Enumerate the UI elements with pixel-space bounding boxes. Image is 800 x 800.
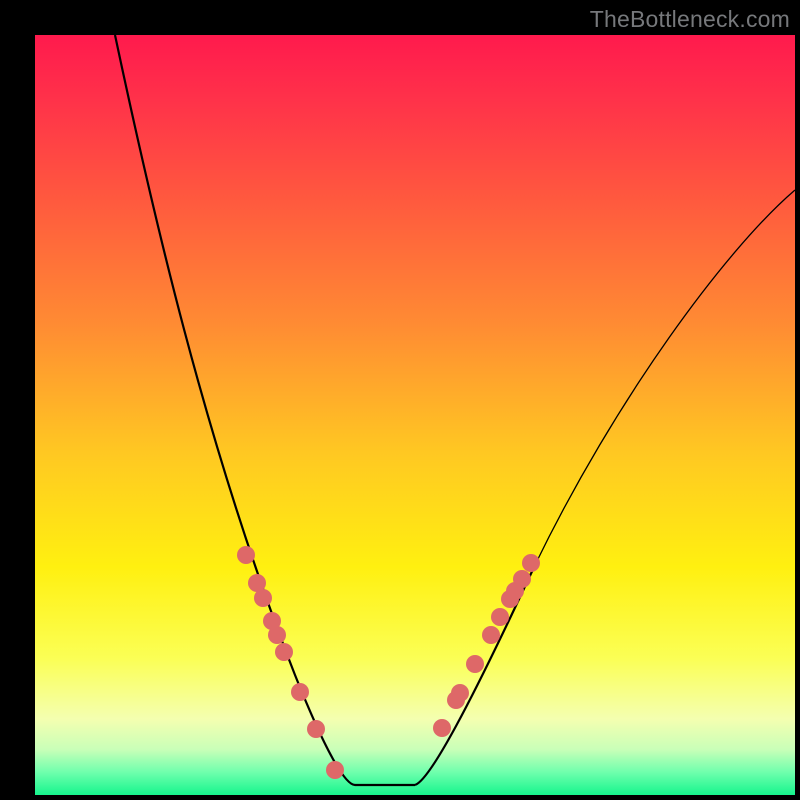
dots-right bbox=[433, 554, 540, 737]
data-dot bbox=[522, 554, 540, 572]
data-dot bbox=[275, 643, 293, 661]
data-dot bbox=[237, 546, 255, 564]
curve-svg bbox=[35, 35, 795, 795]
data-dot bbox=[466, 655, 484, 673]
data-dot bbox=[513, 570, 531, 588]
chart-frame: TheBottleneck.com bbox=[0, 0, 800, 800]
data-dot bbox=[451, 684, 469, 702]
data-dot bbox=[482, 626, 500, 644]
data-dot bbox=[433, 719, 451, 737]
data-dot bbox=[291, 683, 309, 701]
curve-left bbox=[115, 35, 355, 785]
curve-right-thin bbox=[535, 190, 795, 565]
data-dot bbox=[491, 608, 509, 626]
data-dot bbox=[326, 761, 344, 779]
data-dot bbox=[307, 720, 325, 738]
data-dot bbox=[254, 589, 272, 607]
data-dot bbox=[268, 626, 286, 644]
watermark-text: TheBottleneck.com bbox=[590, 6, 790, 33]
plot-area bbox=[35, 35, 795, 795]
